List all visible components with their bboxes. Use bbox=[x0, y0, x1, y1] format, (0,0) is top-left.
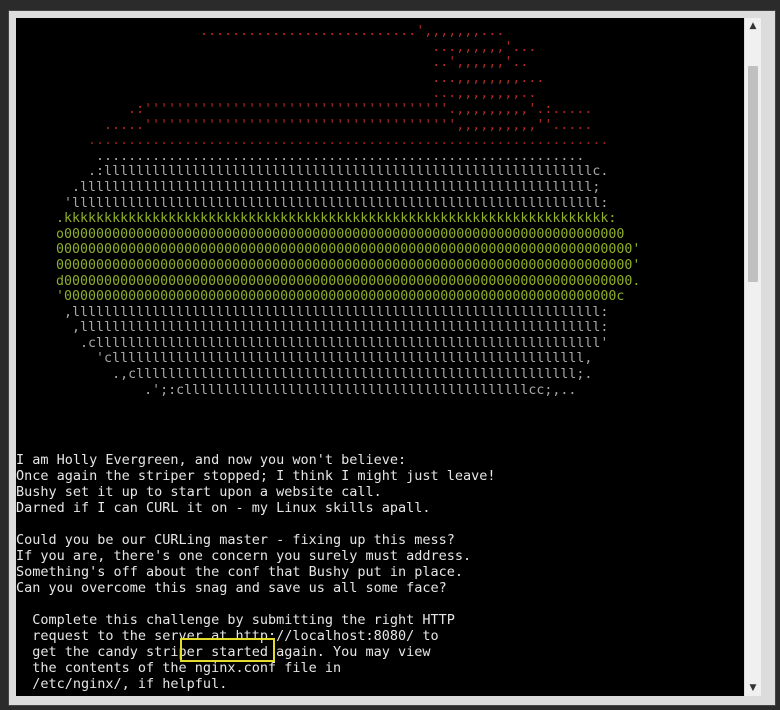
ascii-art-row: .kkkkkkkkkkkkkkkkkkkkkkkkkkkkkkkkkkkkkkk… bbox=[16, 211, 617, 227]
terminal-text-line bbox=[16, 596, 496, 612]
ascii-art-row: ...,,,,,,,,... bbox=[16, 70, 545, 86]
candy-striper-ascii-art: ...........................',,,,,,,... .… bbox=[16, 24, 640, 398]
ascii-art-row: .:''''''''''''''''''''''''''''''''''''''… bbox=[16, 101, 593, 117]
terminal-text-line: Once again the striper stopped; I think … bbox=[16, 468, 496, 484]
terminal-output[interactable]: ...........................',,,,,,,... .… bbox=[16, 18, 744, 696]
ascii-art-row: .';:clllllllllllllllllllllllllllllllllll… bbox=[16, 382, 577, 398]
terminal-text-line bbox=[16, 516, 496, 532]
ascii-art-row: ,lllllllllllllllllllllllllllllllllllllll… bbox=[16, 304, 609, 320]
terminal-text-line: Complete this challenge by submitting th… bbox=[16, 612, 455, 628]
ascii-art-row: 'lllllllllllllllllllllllllllllllllllllll… bbox=[16, 195, 609, 211]
ascii-art-row: ........................................… bbox=[16, 133, 609, 149]
scroll-thumb[interactable] bbox=[748, 66, 758, 282]
ascii-art-row: d000000000000000000000000000000000000000… bbox=[16, 273, 641, 289]
terminal-text-line: Can you overcome this snag and save us a… bbox=[16, 580, 447, 596]
ascii-art-row: .lllllllllllllllllllllllllllllllllllllll… bbox=[16, 179, 601, 195]
ascii-art-row: '000000000000000000000000000000000000000… bbox=[16, 289, 625, 305]
ascii-art-row: 0000000000000000000000000000000000000000… bbox=[16, 257, 641, 273]
terminal-text-line: the contents of the nginx.conf file in bbox=[16, 660, 342, 676]
vertical-scrollbar[interactable]: ▲ ▼ bbox=[745, 18, 761, 696]
terminal-text-line: Could you be our CURLing master - fixing… bbox=[16, 532, 455, 548]
ascii-art-row: ...,,,,,,,,.. bbox=[16, 86, 537, 102]
ascii-art-row: .,clllllllllllllllllllllllllllllllllllll… bbox=[16, 367, 593, 383]
ascii-art-row: 'cllllllllllllllllllllllllllllllllllllll… bbox=[16, 351, 593, 367]
ascii-art-row: .cllllllllllllllllllllllllllllllllllllll… bbox=[16, 335, 609, 351]
terminal-text-line: I am Holly Evergreen, and now you won't … bbox=[16, 452, 407, 468]
ascii-art-row: ...........................',,,,,,,... bbox=[16, 24, 505, 39]
ascii-art-row: .:llllllllllllllllllllllllllllllllllllll… bbox=[16, 164, 609, 180]
terminal-text-line: Darned if I can CURL it on - my Linux sk… bbox=[16, 500, 431, 516]
ascii-art-row: ........................................… bbox=[16, 148, 585, 164]
ascii-art-row: ...,,,,,,'... bbox=[16, 39, 537, 55]
ascii-art-row: .....'''''''''''''''''''''''''''''''''''… bbox=[16, 117, 593, 133]
ascii-art-row: 0000000000000000000000000000000000000000… bbox=[16, 242, 641, 258]
terminal-text-line: Bushy set it up to start upon a website … bbox=[16, 484, 382, 500]
terminal-text-line: If you are, there's one concern you sure… bbox=[16, 548, 472, 564]
nginx-conf-highlight bbox=[180, 638, 275, 662]
scroll-down-arrow-icon[interactable]: ▼ bbox=[745, 680, 761, 696]
ascii-art-row: ..',,,,,,'.. bbox=[16, 55, 529, 71]
terminal-text-line: /etc/nginx/, if helpful. bbox=[16, 676, 228, 692]
ascii-art-row: ,lllllllllllllllllllllllllllllllllllllll… bbox=[16, 320, 609, 336]
scroll-up-arrow-icon[interactable]: ▲ bbox=[745, 18, 761, 34]
ascii-art-row: o000000000000000000000000000000000000000… bbox=[16, 226, 625, 242]
terminal-text-line: Something's off about the conf that Bush… bbox=[16, 564, 464, 580]
